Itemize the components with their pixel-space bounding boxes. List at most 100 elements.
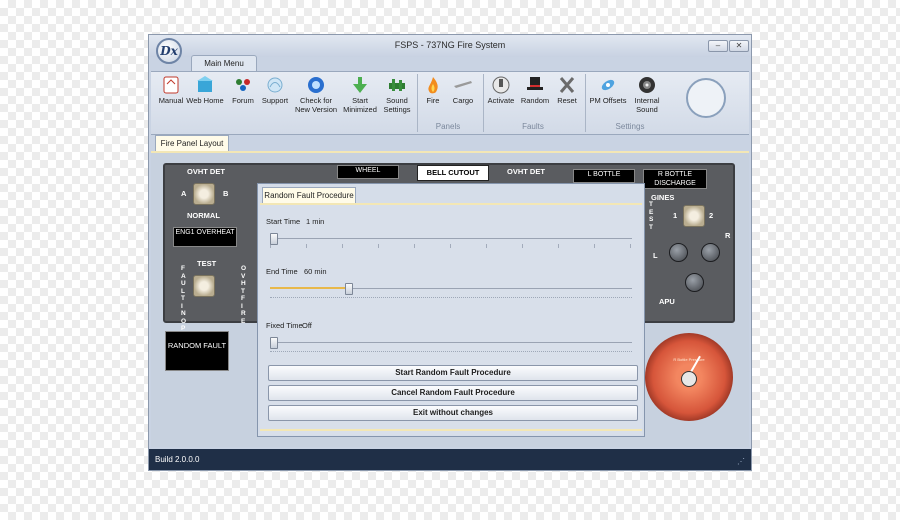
test-label: TEST — [197, 259, 217, 268]
end-time-thumb[interactable] — [344, 283, 353, 295]
start-time-slider[interactable] — [270, 233, 632, 249]
fire-icon — [422, 74, 444, 96]
left-extinguisher-knob[interactable] — [669, 243, 688, 262]
knob-1-label: 1 — [673, 211, 678, 220]
manual-icon — [160, 74, 182, 96]
random-fault-label: RANDOM FAULT — [167, 341, 227, 350]
bell-cutout-button[interactable]: BELL CUTOUT — [417, 165, 489, 181]
l-bottle-discharge-light: L BOTTLE — [573, 169, 635, 183]
right-r-label: R — [725, 231, 731, 240]
right-extinguisher-knob[interactable] — [701, 243, 720, 262]
web-home-button[interactable]: Web Home — [185, 74, 225, 105]
end-time-fill — [270, 287, 345, 289]
gauge-label: R Bottle Pressure — [673, 357, 705, 362]
window-title: FSPS - 737NG Fire System — [394, 40, 506, 50]
dialog-body: Start Time 1 min End Time 60 min Fixed T… — [260, 203, 642, 435]
start-time-value: 1 min — [306, 217, 325, 226]
test-vertical-label: T E S T — [649, 201, 654, 231]
slider-tick — [306, 244, 307, 248]
slider-tick — [450, 244, 451, 248]
internal-sound-button[interactable]: Internal Sound — [627, 74, 667, 114]
slider-tick — [378, 244, 379, 248]
slider-tick — [522, 244, 523, 248]
eng1-overheat-light: ENG1 OVERHEAT — [173, 227, 237, 247]
extinguisher-test-switch[interactable] — [683, 205, 705, 227]
forum-icon — [232, 74, 254, 96]
fixed-time-thumb[interactable] — [270, 337, 278, 349]
start-time-thumb[interactable] — [270, 233, 278, 245]
cargo-icon — [452, 74, 474, 96]
random-fault-button[interactable]: RANDOM FAULT — [165, 331, 229, 371]
app-logo-icon[interactable]: Dx — [156, 38, 182, 64]
start-time-ticks — [270, 244, 632, 248]
reset-button[interactable]: Reset — [547, 74, 587, 105]
slider-tick — [342, 244, 343, 248]
ribbon: Manual Web Home Forum Support Check for … — [151, 71, 749, 135]
ovht-det-right-label: OVHT DET — [507, 167, 545, 176]
exit-without-changes-button[interactable]: Exit without changes — [268, 405, 638, 421]
check-version-button[interactable]: Check for New Version — [293, 74, 339, 114]
group-panels: Panels — [435, 122, 461, 131]
tab-fire-panel-layout[interactable]: Fire Panel Layout — [155, 135, 229, 152]
internal-sound-icon — [636, 74, 658, 96]
wheel-well-light: WHEEL — [337, 165, 399, 179]
app-window: FSPS - 737NG Fire System – ✕ Dx Main Men… — [148, 34, 752, 471]
knob-2-label: 2 — [709, 211, 714, 220]
left-l-label: L — [653, 251, 658, 260]
slider-tick — [594, 244, 595, 248]
build-version: Build 2.0.0.0 — [155, 455, 200, 464]
tab-main-menu[interactable]: Main Menu — [191, 55, 257, 72]
simulator-badge-icon — [686, 78, 726, 118]
fault-inop-label: F A U L T I N O P — [181, 265, 187, 332]
normal-label: NORMAL — [187, 211, 220, 220]
end-time-ticks — [270, 297, 632, 299]
minimize-button[interactable]: – — [708, 40, 728, 52]
pm-offsets-button[interactable]: PM Offsets — [585, 74, 631, 105]
fixed-time-value: Off — [302, 321, 312, 330]
slider-tick — [486, 244, 487, 248]
fixed-time-ticks — [270, 351, 632, 353]
end-time-label: End Time — [266, 267, 298, 276]
fixed-time-label: Fixed Time — [266, 321, 303, 330]
support-button[interactable]: Support — [255, 74, 295, 105]
selector-a-label: A — [181, 189, 187, 198]
test-switch[interactable] — [193, 275, 215, 297]
group-settings: Settings — [615, 122, 645, 131]
start-minimized-icon — [349, 74, 371, 96]
slider-tick — [630, 244, 631, 248]
random-icon — [524, 74, 546, 96]
ovht-det-selector-switch[interactable] — [193, 183, 215, 205]
resize-grip-icon[interactable]: ⋰ — [737, 457, 745, 466]
end-time-value: 60 min — [304, 267, 327, 276]
bottle-pressure-gauge: R Bottle Pressure — [645, 333, 733, 421]
fixed-time-slider[interactable] — [270, 337, 632, 355]
cancel-random-fault-button[interactable]: Cancel Random Fault Procedure — [268, 385, 638, 401]
gauge-hub — [681, 371, 697, 387]
ovht-det-left-label: OVHT DET — [187, 167, 225, 176]
group-faults: Faults — [522, 122, 544, 131]
end-time-slider[interactable] — [270, 283, 632, 301]
slider-tick — [414, 244, 415, 248]
close-button[interactable]: ✕ — [729, 40, 749, 52]
apu-extinguisher-knob[interactable] — [685, 273, 704, 292]
r-bottle-discharge-light: R BOTTLE DISCHARGE — [643, 169, 707, 189]
activate-icon — [490, 74, 512, 96]
apu-label: APU — [659, 297, 675, 306]
title-bar: FSPS - 737NG Fire System – ✕ — [149, 35, 751, 57]
start-time-track — [270, 238, 632, 239]
status-bar: Build 2.0.0.0 ⋰ — [149, 449, 751, 470]
check-version-icon — [305, 74, 327, 96]
fixed-time-track — [270, 342, 632, 343]
cargo-button[interactable]: Cargo — [443, 74, 483, 105]
web-home-icon — [194, 74, 216, 96]
ovht-fire-label: O V H T F I R E — [241, 265, 247, 325]
start-minimized-button[interactable]: Start Minimized — [340, 74, 380, 114]
slider-tick — [558, 244, 559, 248]
reset-icon — [556, 74, 578, 96]
sound-settings-button[interactable]: Sound Settings — [377, 74, 417, 114]
pm-offsets-icon — [597, 74, 619, 96]
start-random-fault-button[interactable]: Start Random Fault Procedure — [268, 365, 638, 381]
sound-settings-icon — [386, 74, 408, 96]
support-icon — [264, 74, 286, 96]
tab-random-fault-procedure[interactable]: Random Fault Procedure — [262, 187, 356, 204]
